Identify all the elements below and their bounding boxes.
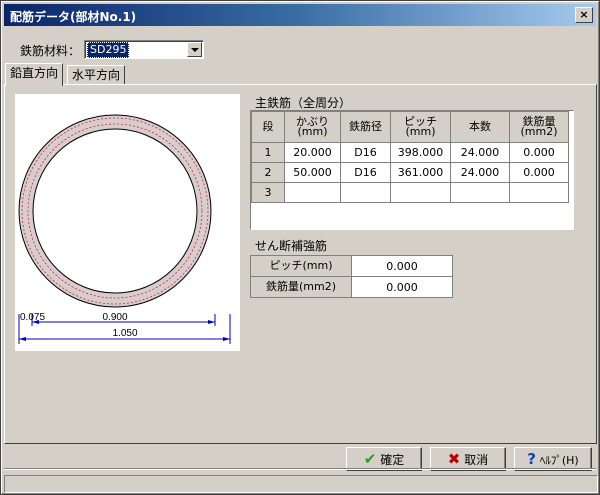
cell-count[interactable] [450, 182, 510, 203]
tab-horizontal-label: 水平方向 [72, 68, 121, 82]
main-rebar-title: 主鉄筋（全周分） [255, 96, 352, 110]
shear-pitch-label: ピッチ(mm) [250, 255, 352, 277]
dim-arrow [208, 320, 215, 324]
row-dan: 3 [251, 182, 285, 203]
cell-cover[interactable]: 20.000 [284, 142, 341, 163]
window-title: 配筋データ(部材No.1) [10, 10, 137, 24]
row-dan: 1 [251, 142, 285, 163]
main-rebar-table: 段 かぶり (mm) 鉄筋径 ピッチ (mm) 本数 鉄筋量 (mm2) 1 20.0… [251, 111, 569, 203]
shear-title: せん断補強筋 [255, 239, 328, 253]
dim-arrow [19, 337, 26, 341]
shear-area-value[interactable]: 0.000 [351, 276, 453, 298]
tab-horizontal[interactable]: 水平方向 [67, 65, 126, 85]
col-pitch: ピッチ (mm) [390, 111, 451, 143]
cell-count[interactable]: 24.000 [450, 142, 510, 163]
cell-area[interactable]: 0.000 [509, 162, 569, 183]
table-row: 3 [251, 182, 569, 203]
dim-inner-label: 0.900 [102, 312, 127, 323]
chevron-down-icon[interactable] [187, 42, 202, 57]
cell-diameter[interactable]: D16 [340, 162, 391, 183]
dim-outer-label: 1.050 [112, 328, 137, 339]
cell-pitch[interactable]: 361.000 [390, 162, 451, 183]
table-header-row: 段 かぶり (mm) 鉄筋径 ピッチ (mm) 本数 鉄筋量 (mm2) [251, 111, 569, 143]
cell-cover[interactable] [284, 182, 341, 203]
table-row: 1 20.000 D16 398.000 24.000 0.000 [251, 142, 569, 163]
tab-vertical[interactable]: 鉛直方向 [5, 63, 64, 86]
cell-area[interactable]: 0.000 [509, 142, 569, 163]
dim-cover-label: 0.075 [20, 312, 45, 323]
check-icon: ✔ [363, 450, 377, 468]
section-drawing: 0.075 0.900 1.050 [15, 94, 240, 351]
cell-count[interactable]: 24.000 [450, 162, 510, 183]
col-cover: かぶり (mm) [284, 111, 341, 143]
title-bar: 配筋データ(部材No.1) × [4, 4, 596, 26]
main-rebar-grid: 段 かぶり (mm) 鉄筋径 ピッチ (mm) 本数 鉄筋量 (mm2) 1 20.0… [250, 110, 574, 230]
section-svg: 0.075 0.900 1.050 [18, 114, 231, 344]
cell-pitch[interactable] [390, 182, 451, 203]
inner-bore [32, 128, 198, 294]
table-row: 2 50.000 D16 361.000 24.000 0.000 [251, 162, 569, 183]
shear-area-label: 鉄筋量(mm2) [250, 276, 352, 298]
row-dan: 2 [251, 162, 285, 183]
shear-table: ピッチ(mm) 0.000 鉄筋量(mm2) 0.000 [250, 255, 453, 298]
separator [4, 468, 596, 470]
cross-icon: ✖ [447, 450, 461, 468]
ok-button-label: 確定 [380, 453, 405, 467]
table-row: 鉄筋量(mm2) 0.000 [250, 276, 453, 298]
material-label: 鉄筋材料： [20, 44, 81, 58]
close-button[interactable]: × [575, 7, 593, 23]
col-count: 本数 [450, 111, 510, 143]
table-row: ピッチ(mm) 0.000 [250, 255, 453, 277]
help-button-label: ﾍﾙﾌﾟ(H) [539, 454, 579, 467]
cancel-button-label: 取消 [464, 453, 489, 467]
tab-vertical-label: 鉛直方向 [10, 66, 59, 80]
dim-arrow [223, 337, 230, 341]
cell-pitch[interactable]: 398.000 [390, 142, 451, 163]
status-bar [4, 475, 598, 493]
col-dan: 段 [251, 111, 285, 143]
col-diameter: 鉄筋径 [340, 111, 391, 143]
cell-area[interactable] [509, 182, 569, 203]
shear-pitch-value[interactable]: 0.000 [351, 255, 453, 277]
dialog-window: 配筋データ(部材No.1) × 鉄筋材料： SD295 鉛直方向 水平方向 0.… [0, 0, 600, 495]
cell-diameter[interactable]: D16 [340, 142, 391, 163]
cell-cover[interactable]: 50.000 [284, 162, 341, 183]
material-select-value: SD295 [87, 42, 130, 58]
col-area: 鉄筋量 (mm2) [509, 111, 569, 143]
material-select[interactable]: SD295 [84, 40, 204, 59]
question-icon: ? [527, 450, 536, 468]
cell-diameter[interactable] [340, 182, 391, 203]
